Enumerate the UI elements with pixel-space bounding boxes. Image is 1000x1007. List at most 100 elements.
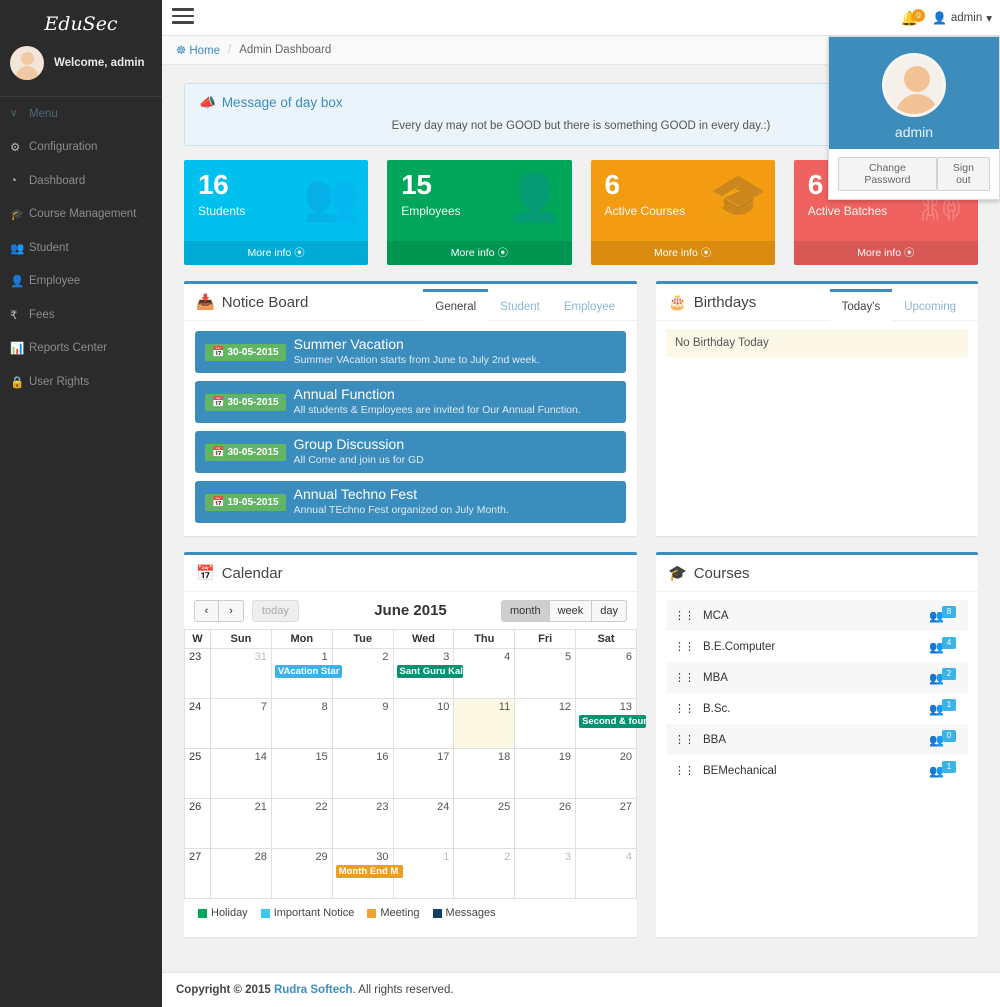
calendar-day-cell[interactable]: 3Sant Guru Kal — [393, 649, 454, 699]
sidebar-item-fees[interactable]: ₹Fees — [0, 298, 162, 332]
notice-item[interactable]: 📅30-05-2015Annual FunctionAll students &… — [195, 381, 626, 423]
calendar-day-cell[interactable]: 10 — [393, 699, 454, 749]
user-menu-button[interactable]: 👤 admin ▾ — [932, 11, 992, 25]
notice-item[interactable]: 📅19-05-2015Annual Techno FestAnnual TEch… — [195, 481, 626, 523]
calendar-day-cell[interactable]: 4 — [454, 649, 515, 699]
calendar-day-cell[interactable]: 2 — [332, 649, 393, 699]
calendar-day-cell[interactable]: 21 — [211, 799, 272, 849]
course-list-item[interactable]: ⋮⋮BEMechanical👥1 — [666, 755, 968, 786]
notice-tab-general[interactable]: General — [423, 289, 488, 321]
calendar-legend-meeting: Meeting — [367, 907, 419, 919]
course-count-badge: 1 — [942, 699, 956, 711]
calendar-day-cell[interactable]: 3 — [515, 849, 576, 899]
sidebar-item-course-management[interactable]: 🎓Course Management — [0, 198, 162, 232]
birthday-tab-today-s[interactable]: Today's — [830, 289, 893, 321]
user-icon: 👤 — [932, 11, 947, 25]
calendar-day-cell[interactable]: 16 — [332, 749, 393, 799]
calendar-day-cell[interactable]: 6 — [576, 649, 637, 699]
calendar-day-cell[interactable]: 29 — [271, 849, 332, 899]
course-count-badge: 8 — [942, 606, 956, 618]
calendar-day-cell[interactable]: 30Month End M — [332, 849, 393, 899]
calendar-day-cell[interactable]: 19 — [515, 749, 576, 799]
stat-card-more-info-link[interactable]: More info ⦿ — [184, 241, 368, 265]
notice-tab-student[interactable]: Student — [488, 289, 552, 321]
calendar-day-cell[interactable]: 17 — [393, 749, 454, 799]
breadcrumb-home-link[interactable]: ☸Home — [176, 43, 220, 57]
calendar-event[interactable]: Second & four — [579, 715, 646, 728]
calendar-day-cell[interactable]: 12 — [515, 699, 576, 749]
notice-date: 📅19-05-2015 — [205, 494, 286, 511]
sign-out-button[interactable]: Sign out — [937, 157, 990, 191]
footer-company-link[interactable]: Rudra Softech — [274, 984, 353, 996]
calendar-day-cell[interactable]: 5 — [515, 649, 576, 699]
drag-handle-icon[interactable]: ⋮⋮ — [674, 609, 694, 622]
birthdays-title: 🎂Birthdays — [668, 293, 756, 311]
sidebar-item-employee[interactable]: 👤Employee — [0, 265, 162, 299]
middle-row: 📥Notice Board GeneralStudentEmployee 📅30… — [184, 281, 978, 536]
calendar-day-cell[interactable]: 24 — [393, 799, 454, 849]
calendar-day-cell[interactable]: 4 — [576, 849, 637, 899]
course-list-item[interactable]: ⋮⋮MCA👥8 — [666, 600, 968, 631]
notice-tab-employee[interactable]: Employee — [552, 289, 627, 321]
course-list-item[interactable]: ⋮⋮B.Sc.👥1 — [666, 693, 968, 724]
calendar-day-cell[interactable]: 7 — [211, 699, 272, 749]
calendar-view-day[interactable]: day — [592, 600, 627, 622]
notice-item[interactable]: 📅30-05-2015Group DiscussionAll Come and … — [195, 431, 626, 473]
calendar-week-row: 27282930Month End M1234 — [185, 849, 637, 899]
hamburger-icon[interactable] — [172, 8, 194, 28]
drag-handle-icon[interactable]: ⋮⋮ — [674, 640, 694, 653]
drag-handle-icon[interactable]: ⋮⋮ — [674, 764, 694, 777]
stat-card-more-info-link[interactable]: More info ⦿ — [794, 241, 978, 265]
sidebar-item-reports-center[interactable]: 📊Reports Center — [0, 332, 162, 366]
stat-card-employees[interactable]: 👤15EmployeesMore info ⦿ — [387, 160, 571, 265]
calendar-day-cell[interactable]: 22 — [271, 799, 332, 849]
calendar-day-cell[interactable]: 31 — [211, 649, 272, 699]
drag-handle-icon[interactable]: ⋮⋮ — [674, 671, 694, 684]
user-dropdown-menu[interactable]: admin Change Password Sign out — [828, 36, 1000, 200]
sidebar-item-student[interactable]: 👥Student — [0, 231, 162, 265]
stat-card-more-info-link[interactable]: More info ⦿ — [591, 241, 775, 265]
calendar-day-cell[interactable]: 23 — [332, 799, 393, 849]
calendar-day-cell[interactable]: 15 — [271, 749, 332, 799]
sidebar-item-dashboard[interactable]: ◔Dashboard — [0, 164, 162, 198]
course-list-item[interactable]: ⋮⋮B.E.Computer👥4 — [666, 631, 968, 662]
calendar-day-cell[interactable]: 8 — [271, 699, 332, 749]
drag-handle-icon[interactable]: ⋮⋮ — [674, 702, 694, 715]
calendar-day-cell[interactable]: 9 — [332, 699, 393, 749]
app-logo[interactable]: EduSec — [0, 0, 162, 36]
birthday-tab-upcoming[interactable]: Upcoming — [892, 289, 968, 321]
calendar-day-cell[interactable]: 1 — [393, 849, 454, 899]
course-list-item[interactable]: ⋮⋮MBA👥2 — [666, 662, 968, 693]
sidebar-item-configuration[interactable]: ⚙Configuration — [0, 131, 162, 165]
sidebar-item-user-rights[interactable]: 🔒User Rights — [0, 365, 162, 399]
drag-handle-icon[interactable]: ⋮⋮ — [674, 733, 694, 746]
stat-card-more-info-link[interactable]: More info ⦿ — [387, 241, 571, 265]
calendar-day-cell[interactable]: 14 — [211, 749, 272, 799]
calendar-day-cell[interactable]: 26 — [515, 799, 576, 849]
calendar-day-cell[interactable]: 28 — [211, 849, 272, 899]
calendar-next-button[interactable]: › — [219, 600, 244, 622]
calendar-day-cell[interactable]: 18 — [454, 749, 515, 799]
calendar-day-cell[interactable]: 25 — [454, 799, 515, 849]
legend-swatch — [261, 909, 270, 918]
graduation-cap-icon: 🎓 — [10, 207, 29, 221]
calendar-day-cell[interactable]: 27 — [576, 799, 637, 849]
calendar-day-cell[interactable]: 13Second & four — [576, 699, 637, 749]
notice-item[interactable]: 📅30-05-2015Summer VacationSummer VAcatio… — [195, 331, 626, 373]
calendar-day-cell[interactable]: 11 — [454, 699, 515, 749]
change-password-button[interactable]: Change Password — [838, 157, 937, 191]
course-list-item[interactable]: ⋮⋮BBA👥0 — [666, 724, 968, 755]
calendar-view-week[interactable]: week — [550, 600, 593, 622]
stat-card-active-courses[interactable]: 🎓6Active CoursesMore info ⦿ — [591, 160, 775, 265]
calendar-day-cell[interactable]: 2 — [454, 849, 515, 899]
calendar-day-cell[interactable]: 1VAcation Star — [271, 649, 332, 699]
caret-down-icon: ▾ — [986, 11, 992, 25]
chevron-down-icon: ∨ — [10, 108, 29, 119]
calendar-view-month[interactable]: month — [501, 600, 550, 622]
stat-card-students[interactable]: 👥16StudentsMore info ⦿ — [184, 160, 368, 265]
calendar-prev-button[interactable]: ‹ — [194, 600, 219, 622]
calendar-today-button[interactable]: today — [252, 600, 299, 622]
calendar-day-cell[interactable]: 20 — [576, 749, 637, 799]
notifications-button[interactable]: 🔔 0 — [897, 10, 922, 27]
sidebar-item-menu[interactable]: ∨Menu — [0, 97, 162, 131]
